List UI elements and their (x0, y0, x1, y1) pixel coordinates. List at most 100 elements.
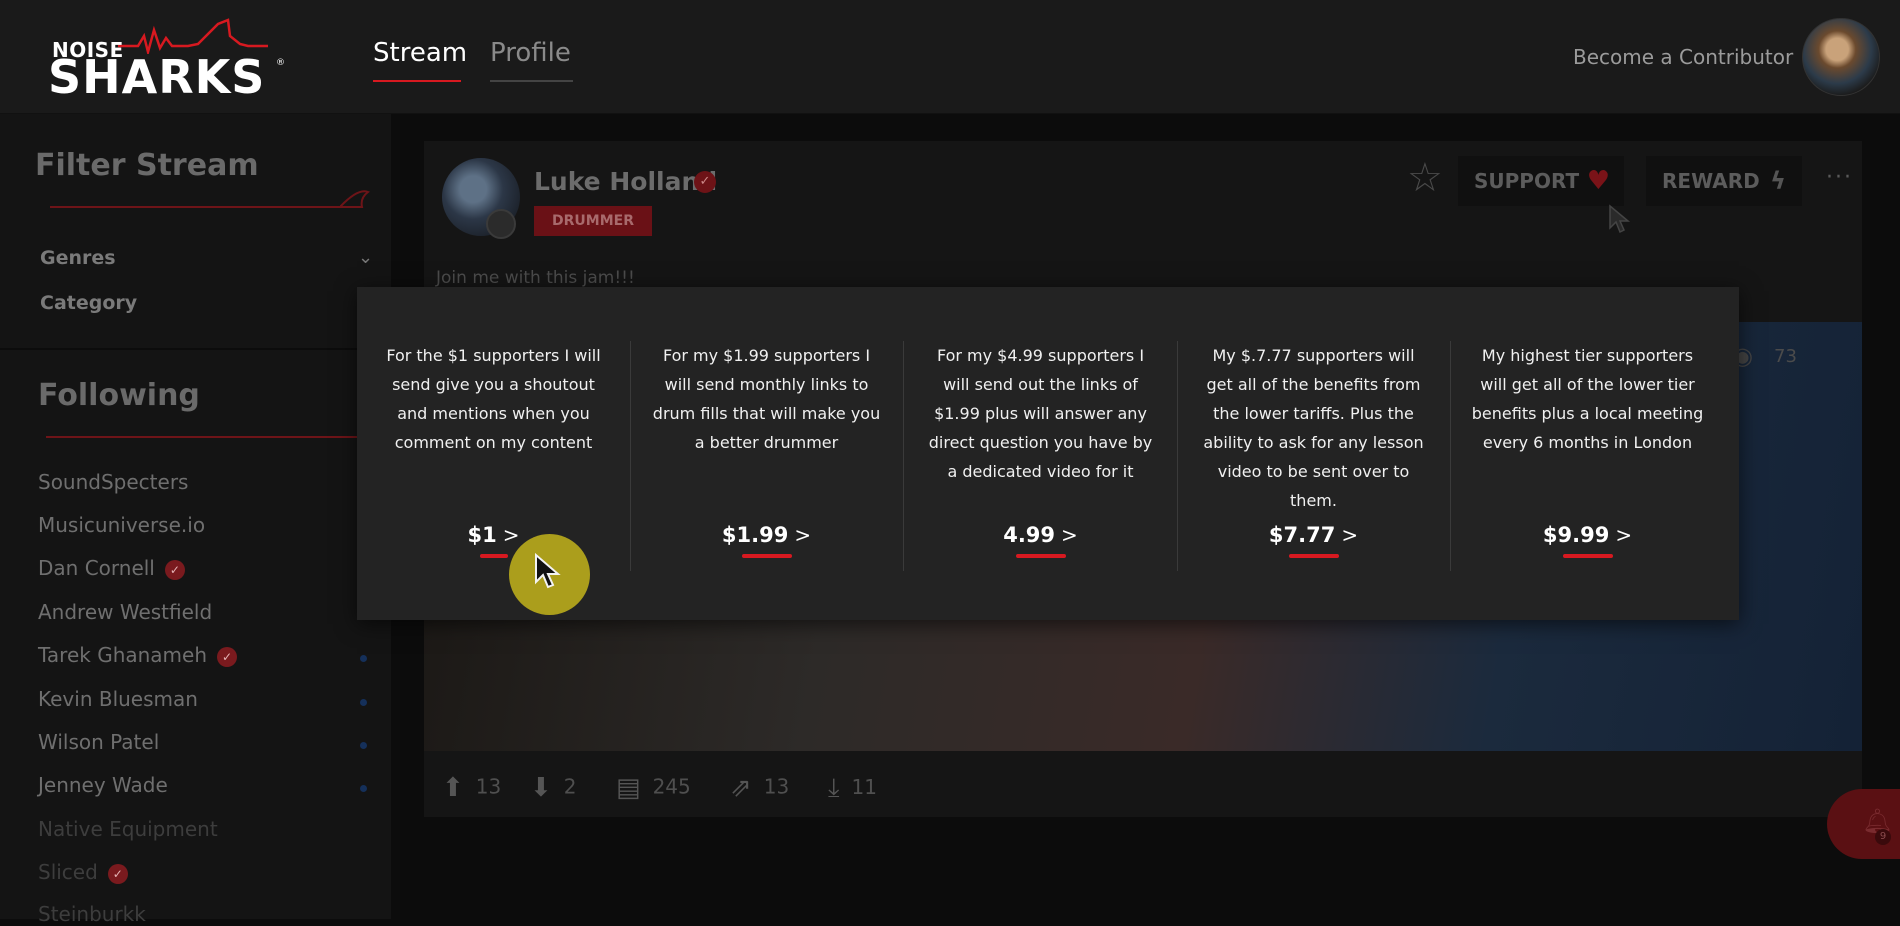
reward-button[interactable]: REWARD ϟ (1646, 156, 1802, 206)
tab-profile[interactable]: Profile (490, 38, 573, 82)
share-button[interactable]: ⇗ 13 (730, 773, 789, 803)
following-item[interactable]: Jenney Wade (38, 773, 168, 797)
tier-price-button[interactable]: $7.77 > (1177, 523, 1450, 547)
comment-count: 245 (652, 774, 691, 799)
following-item[interactable]: SoundSpecters (38, 470, 188, 494)
logo-registered-mark: ® (276, 58, 285, 68)
tier-price-button[interactable]: $9.99 > (1451, 523, 1724, 547)
tier-price-underline (1288, 554, 1339, 558)
tier-price-underline (1015, 554, 1066, 558)
become-contributor-link[interactable]: Become a Contributor (1573, 45, 1793, 69)
view-count: 73 (1774, 346, 1797, 367)
following-item[interactable]: Andrew Westfield (38, 600, 212, 624)
sidebar-divider (0, 348, 391, 350)
new-activity-dot (360, 742, 367, 749)
filter-stream-title: Filter Stream (35, 148, 259, 183)
tier-price: $7.77 (1268, 523, 1336, 547)
tier-price-underline (1562, 554, 1613, 558)
downvote-count: 2 (563, 774, 577, 799)
following-name: Steinburkk (38, 902, 146, 926)
shark-fin-waveform-icon (118, 18, 268, 54)
verified-check-icon: ✓ (107, 863, 128, 884)
notification-count: 9 (1875, 829, 1891, 845)
chevron-right-icon: > (1061, 523, 1078, 547)
filter-category[interactable]: Category (40, 292, 137, 314)
cursor-highlight (509, 534, 590, 615)
tier-price-button[interactable]: 4.99 > (904, 523, 1177, 547)
top-navigation-bar: NOISE SHARKS ® Stream Profile Become a C… (0, 0, 1900, 114)
lightning-icon: ϟ (1770, 167, 1786, 195)
more-options-icon[interactable]: ··· (1826, 165, 1853, 190)
reward-label: REWARD (1662, 169, 1760, 193)
following-name: Dan Cornell (38, 556, 155, 580)
chevron-right-icon: > (502, 523, 520, 547)
tier-price: 4.99 (1003, 523, 1056, 547)
following-name: SoundSpecters (38, 470, 189, 494)
downvote-arrow-icon: ⬇ (530, 773, 552, 803)
tier-description: My highest tier supporters will get all … (1471, 346, 1704, 452)
following-name: Sliced (38, 860, 98, 884)
chevron-right-icon: > (794, 523, 812, 547)
filter-title-underline (50, 206, 355, 208)
chevron-right-icon: > (1341, 523, 1359, 547)
user-avatar[interactable] (1802, 18, 1880, 96)
filter-genres[interactable]: Genres (40, 247, 116, 269)
favorite-star-icon[interactable]: ☆ (1407, 155, 1443, 201)
following-name: Wilson Patel (38, 730, 160, 754)
author-name[interactable]: Luke Holland (534, 167, 717, 196)
share-count: 13 (763, 774, 790, 799)
following-name: Andrew Westfield (38, 600, 213, 624)
comments-button[interactable]: ▤ 245 (616, 773, 691, 803)
upvote-count: 13 (475, 774, 502, 799)
tier-description: For my $4.99 supporters I will send out … (928, 346, 1153, 481)
tier-price-underline (741, 554, 792, 558)
post-caption: Join me with this jam!!! (436, 268, 635, 288)
support-tier: For my $4.99 supporters I will send out … (904, 341, 1178, 571)
following-title: Following (38, 378, 200, 413)
comment-icon: ▤ (616, 773, 641, 803)
verified-check-icon: ✓ (217, 646, 238, 667)
role-tag: DRUMMER (534, 206, 652, 236)
following-item[interactable]: Steinburkk (38, 902, 146, 926)
download-button[interactable]: ⤓ 11 (828, 773, 877, 804)
following-name: Jenney Wade (38, 773, 168, 797)
following-item[interactable]: Wilson Patel (38, 730, 159, 754)
following-item[interactable]: Dan Cornell ✓ (38, 556, 185, 580)
verified-check-icon: ✓ (694, 171, 716, 193)
following-item[interactable]: Musicuniverse.io (38, 513, 205, 537)
following-name: Musicuniverse.io (38, 513, 206, 537)
tier-price: $1 (467, 523, 497, 547)
download-count: 11 (851, 775, 877, 799)
new-activity-dot (360, 785, 367, 792)
support-tier: My highest tier supporters will get all … (1451, 341, 1724, 571)
downvote-button[interactable]: ⬇ 2 (530, 773, 577, 803)
tier-price: $9.99 (1542, 523, 1610, 547)
tier-price: $1.99 (721, 523, 789, 547)
following-name: Kevin Bluesman (38, 687, 198, 711)
support-button[interactable]: SUPPORT ♥ (1458, 156, 1624, 206)
noisesharks-logo[interactable]: NOISE SHARKS ® (48, 14, 290, 104)
tier-price-button[interactable]: $1.99 > (630, 523, 903, 547)
tab-stream[interactable]: Stream (373, 38, 467, 82)
chevron-right-icon: > (1615, 523, 1633, 547)
following-item[interactable]: Tarek Ghanameh ✓ (38, 643, 238, 667)
download-icon: ⤓ (828, 773, 840, 803)
upvote-button[interactable]: ⬆ 13 (442, 773, 501, 803)
author-badge-icon (486, 209, 516, 239)
following-title-underline (46, 436, 366, 438)
logo-sharks-text: SHARKS (48, 50, 266, 104)
following-item[interactable]: Native Equipment (38, 817, 218, 841)
chevron-down-icon[interactable]: ⌄ (358, 247, 373, 268)
tier-price-button[interactable]: $1 > (357, 523, 630, 547)
following-item[interactable]: Kevin Bluesman (38, 687, 198, 711)
tier-description: My $.7.77 supporters will get all of the… (1203, 346, 1424, 510)
support-tier: For my $1.99 supporters I will send mont… (630, 341, 904, 571)
upvote-arrow-icon: ⬆ (442, 773, 464, 803)
following-name: Native Equipment (38, 817, 218, 841)
share-icon: ⇗ (730, 773, 752, 803)
following-item[interactable]: Sliced ✓ (38, 860, 128, 884)
tier-description: For my $1.99 supporters I will send mont… (652, 346, 881, 452)
notifications-button[interactable]: 🔔︎ 9 (1827, 789, 1900, 859)
support-tier: My $.7.77 supporters will get all of the… (1177, 341, 1451, 571)
support-label: SUPPORT (1474, 169, 1580, 193)
